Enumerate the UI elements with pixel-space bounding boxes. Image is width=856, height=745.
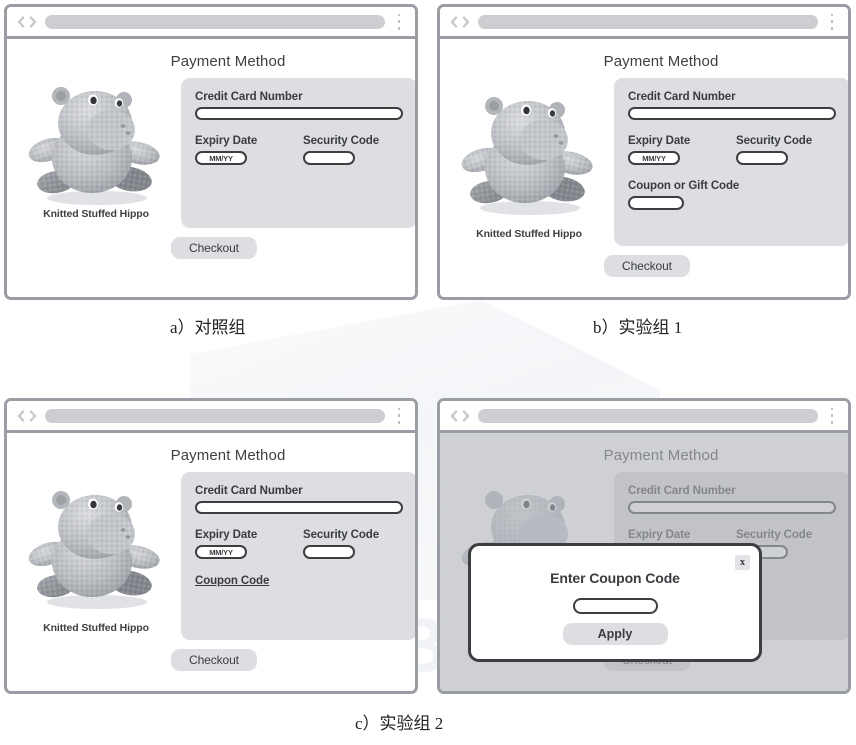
security-field-a: Security Code [303, 135, 403, 165]
checkout-button-c[interactable]: Checkout [171, 649, 257, 671]
coupon-code-modal: x Enter Coupon Code Apply [468, 543, 762, 662]
chevron-right-icon[interactable] [28, 409, 39, 423]
browser-nav-buttons-b[interactable] [448, 15, 472, 29]
expiry-security-row-a: Expiry Date MM/YY Security Code [195, 135, 403, 165]
security-label-c: Security Code [303, 529, 380, 541]
checkout-row-c: Checkout [7, 649, 415, 671]
page-body-d: Payment Method [440, 433, 848, 691]
panel-treatment-2-modal: Payment Method [437, 398, 851, 694]
caption-c: c）实验组 2 [355, 714, 444, 733]
credit-card-input-b[interactable] [628, 107, 836, 120]
payment-form-b: Credit Card Number Expiry Date MM/YY Sec… [614, 78, 848, 246]
credit-card-label-c: Credit Card Number [195, 485, 303, 497]
modal-backdrop-wrap-d: Payment Method [440, 433, 848, 691]
caption-a: a）对照组 [170, 318, 246, 337]
credit-card-label-a: Credit Card Number [195, 91, 303, 103]
coupon-gift-label-b: Coupon or Gift Code [628, 180, 740, 192]
browser-nav-buttons-d[interactable] [448, 409, 472, 423]
checkout-content-b: Knitted Stuffed Hippo Credit Card Number… [440, 70, 848, 246]
coupon-code-link-c[interactable]: Coupon Code [195, 575, 269, 587]
caption-b: b）实验组 1 [593, 318, 683, 337]
expiry-field-c: Expiry Date MM/YY [195, 529, 287, 559]
checkout-content-a: Knitted Stuffed Hippo Credit Card Number… [7, 70, 415, 228]
knitted-hippo-image-c [28, 491, 160, 609]
expiry-label-a: Expiry Date [195, 135, 258, 147]
chevron-right-icon[interactable] [461, 15, 472, 29]
product-caption-b: Knitted Stuffed Hippo [476, 228, 582, 240]
chevron-right-icon[interactable] [461, 409, 472, 423]
checkout-row-b: Checkout [440, 255, 848, 277]
credit-card-label-b: Credit Card Number [628, 91, 736, 103]
page-body-c: Payment Method Knitted Stuffed Hippo Cre… [7, 433, 415, 691]
chevron-left-icon[interactable] [448, 409, 459, 423]
page-title-c: Payment Method [170, 447, 286, 464]
page-title-a: Payment Method [170, 53, 286, 70]
checkout-button-a[interactable]: Checkout [171, 237, 257, 259]
security-label-a: Security Code [303, 135, 380, 147]
panel-control-group: Payment Method Knitted Stuffed Hippo Cre… [4, 4, 418, 300]
browser-chrome-d [440, 401, 848, 433]
page-body-b: Payment Method Knitted Stuffed Hippo Cre… [440, 39, 848, 297]
modal-title: Enter Coupon Code [550, 570, 680, 586]
expiry-security-row-b: Expiry Date MM/YY Security Code [628, 135, 836, 165]
payment-form-a: Credit Card Number Expiry Date MM/YY Sec… [181, 78, 415, 228]
knitted-hippo-image-a [28, 87, 160, 205]
chevron-left-icon[interactable] [15, 409, 26, 423]
apply-button[interactable]: Apply [562, 623, 668, 645]
coupon-field-b: Coupon or Gift Code [628, 180, 836, 210]
expiry-security-row-c: Expiry Date MM/YY Security Code [195, 529, 403, 559]
checkout-button-b[interactable]: Checkout [604, 255, 690, 277]
product-caption-c: Knitted Stuffed Hippo [43, 622, 149, 634]
checkout-row-a: Checkout [7, 237, 415, 259]
product-caption-a: Knitted Stuffed Hippo [43, 208, 149, 220]
address-bar-c[interactable] [45, 408, 385, 423]
security-label-b: Security Code [736, 135, 813, 147]
browser-nav-buttons-a[interactable] [15, 15, 39, 29]
address-bar-d[interactable] [478, 408, 818, 423]
address-bar-a[interactable] [45, 14, 385, 29]
knitted-hippo-image-b [461, 97, 593, 215]
page-title-b: Payment Method [603, 53, 719, 70]
expiry-label-b: Expiry Date [628, 135, 691, 147]
browser-chrome-c [7, 401, 415, 433]
credit-card-input-c[interactable] [195, 501, 403, 514]
chevron-right-icon[interactable] [28, 15, 39, 29]
panel-treatment-1: Payment Method Knitted Stuffed Hippo Cre… [437, 4, 851, 300]
coupon-code-input[interactable] [572, 598, 658, 614]
security-field-b: Security Code [736, 135, 836, 165]
address-bar-b[interactable] [478, 14, 818, 29]
browser-nav-buttons-c[interactable] [15, 409, 39, 423]
payment-form-c: Credit Card Number Expiry Date MM/YY Sec… [181, 472, 415, 640]
checkout-content-c: Knitted Stuffed Hippo Credit Card Number… [7, 464, 415, 640]
kebab-menu-icon-c[interactable] [392, 407, 406, 424]
security-field-c: Security Code [303, 529, 403, 559]
browser-chrome-a [7, 7, 415, 39]
panel-treatment-2: Payment Method Knitted Stuffed Hippo Cre… [4, 398, 418, 694]
kebab-menu-icon-b[interactable] [825, 13, 839, 30]
expiry-input-a[interactable]: MM/YY [195, 151, 247, 165]
credit-card-input-a[interactable] [195, 107, 403, 120]
product-block-c: Knitted Stuffed Hippo [21, 472, 171, 634]
kebab-menu-icon-a[interactable] [392, 13, 406, 30]
expiry-label-c: Expiry Date [195, 529, 258, 541]
coupon-gift-input-b[interactable] [628, 196, 684, 210]
chevron-left-icon[interactable] [15, 15, 26, 29]
security-input-b[interactable] [736, 151, 788, 165]
expiry-field-b: Expiry Date MM/YY [628, 135, 720, 165]
security-input-c[interactable] [303, 545, 355, 559]
security-input-a[interactable] [303, 151, 355, 165]
chevron-left-icon[interactable] [448, 15, 459, 29]
page-body-a: Payment Method Knitted Stuffed Hippo Cre… [7, 39, 415, 297]
browser-chrome-b [440, 7, 848, 39]
expiry-input-b[interactable]: MM/YY [628, 151, 680, 165]
expiry-field-a: Expiry Date MM/YY [195, 135, 287, 165]
close-icon[interactable]: x [735, 555, 750, 570]
expiry-input-c[interactable]: MM/YY [195, 545, 247, 559]
product-block-a: Knitted Stuffed Hippo [21, 78, 171, 220]
kebab-menu-icon-d[interactable] [825, 407, 839, 424]
figure-container: Payment Method Knitted Stuffed Hippo Cre… [0, 0, 856, 745]
product-block-b: Knitted Stuffed Hippo [454, 78, 604, 240]
